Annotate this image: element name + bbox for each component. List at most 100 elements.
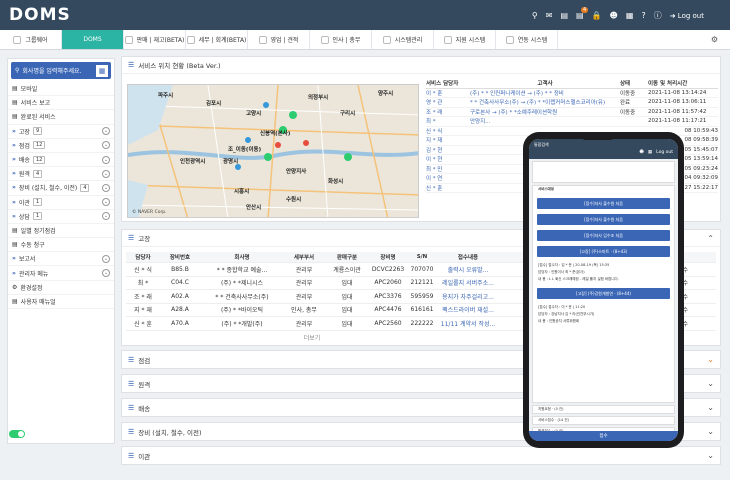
chevron-down-icon[interactable]: ⌄ (102, 141, 110, 150)
phone-request-button[interactable]: [접수]자사 입수조 처음 (537, 230, 670, 241)
chevron-up-icon[interactable]: ⌃ (707, 234, 714, 243)
chevron-down-icon[interactable]: ⌄ (102, 198, 110, 207)
desc-cell[interactable]: 출력시 오류발... (438, 265, 498, 274)
phone-request-button[interactable]: [고장] (주)강원개발연 · (8+44) (537, 288, 670, 299)
phone-grid-icon[interactable]: ▦ (648, 150, 652, 155)
sidebar-item-label: 원격 (18, 171, 30, 179)
phone-support-requests[interactable]: 지원요청 · (0 건) (532, 405, 675, 414)
tab-support[interactable]: 지원 시스템 (434, 30, 496, 49)
accounting-icon (186, 35, 195, 44)
sidebar-item-consult[interactable]: » 상담 1 ⌄ (8, 210, 114, 224)
more-link[interactable]: 더보기 (126, 333, 498, 342)
sidebar-item-transfer[interactable]: » 이관 1 ⌄ (8, 196, 114, 210)
sn-cell: 222222 (410, 319, 434, 327)
document-icon[interactable]: ▤ (560, 11, 568, 20)
tab-system[interactable]: 시스템관리 (372, 30, 434, 49)
business-icon (258, 35, 267, 44)
sidebar-item-breakdown[interactable]: » 고장 9 ⌄ (8, 125, 114, 139)
phone-request-button[interactable]: [접수]자사 출수원 처음 (537, 198, 670, 209)
company-cell: (주) * *개발(주) (221, 320, 263, 328)
sidebar-item-reports[interactable]: » 보고서 ⌄ (8, 252, 114, 267)
menu-icon: ☰ (128, 451, 135, 460)
sidebar-item-daily-check[interactable]: ▤ 일별 정기점검 (8, 224, 114, 239)
chevron-down-icon[interactable]: ⌄ (102, 269, 110, 278)
sidebar-item-admin[interactable]: » 관리자 메뉴 ⌄ (8, 266, 114, 281)
settings-gear-icon[interactable]: ⚙ (711, 35, 718, 44)
sidebar-item-label: 서비스 보고 (20, 100, 51, 108)
tab-integration[interactable]: 연동 시스템 (496, 30, 558, 49)
tab-label: 판매 | 재고(BETA) (136, 37, 185, 44)
page-icon: ▤ (12, 85, 18, 93)
phone-service-intake[interactable]: 서비스접수 · (14 건) (532, 416, 675, 425)
sidebar-item-completed[interactable]: ▤ 완료된 서비스 (8, 110, 114, 125)
chevron-down-icon[interactable]: ⌄ (102, 127, 110, 136)
desc-cell[interactable]: 팩스드라이버 재설... (438, 305, 498, 314)
sidebar-item-inspection[interactable]: » 점검 12 ⌄ (8, 139, 114, 153)
sidebar-item-manual-billing[interactable]: ▤ 수동 청구 (8, 238, 114, 253)
info-icon[interactable]: ⓘ (654, 10, 662, 21)
sn-cell: 595959 (410, 292, 434, 300)
desc-cell[interactable]: 레일롤지 서버주소... (438, 278, 498, 287)
map-label: 시흥시 (234, 189, 250, 195)
tab-label: 인사 | 총무 (332, 37, 361, 44)
location-map[interactable]: 김포시 고양시 의정부시 구리시 수원시 시흥시 광명시 안양지사 안산시 화성… (127, 84, 419, 218)
chevron-down-icon[interactable]: ⌄ (707, 355, 714, 364)
sidebar-item-mobile[interactable]: ▤ 모바일 (8, 82, 114, 97)
table-row[interactable]: 최 * 안양지... 2021-11-08 11:17:21 (426, 117, 718, 127)
theme-toggle[interactable] (9, 430, 25, 438)
tab-hr[interactable]: 인사 | 총무 (310, 30, 372, 49)
sidebar-item-equipment[interactable]: » 장비 (설치, 철수, 이전) 4 ⌄ (8, 181, 114, 196)
sidebar-item-remote[interactable]: » 원격 4 ⌄ (8, 167, 114, 182)
user-icon[interactable]: ☻ (610, 11, 618, 20)
phone-logout-button[interactable]: Log out (656, 150, 673, 155)
phone-request-button[interactable]: [고장] (주)스마트 · (8+43) (537, 246, 670, 257)
notification-icon[interactable]: ▤ 4 (576, 7, 589, 20)
message-icon[interactable]: ✉ (546, 11, 553, 20)
tab-business[interactable]: 영업 | 견적 (248, 30, 310, 49)
grid-icon[interactable]: ▦ (626, 11, 634, 20)
grid-view-button[interactable]: ▦ (96, 64, 108, 77)
sidebar-item-service-report[interactable]: ▤ 서비스 보고 (8, 96, 114, 111)
lock-icon[interactable]: 🔒 (592, 11, 602, 20)
desc-cell[interactable]: 11/11 계약서 작성... (438, 319, 498, 328)
tab-accounting[interactable]: 세무 | 회계(BETA) (186, 30, 248, 49)
phone-request-button[interactable]: [접수]자사 출수원 처음 (537, 214, 670, 225)
tab-label: 지원 시스템 (455, 37, 486, 44)
table-row[interactable]: 이 * 훈 (주) * * 인컨퍼니케이션 → (주) * * 정비 이동중 2021… (426, 89, 718, 98)
sale-cell: 임대 (341, 307, 353, 315)
chevron-down-icon[interactable]: ⌄ (707, 451, 714, 460)
desc-cell[interactable]: 용지가 자주걸리고... (438, 292, 498, 301)
chevron-down-icon[interactable]: ⌄ (102, 183, 110, 192)
double-chevron-icon: » (12, 255, 16, 263)
table-row[interactable]: 조 * 래 구로본사 → (주) * *소예주레이션학원 이동중 2021-11-08… (426, 108, 718, 117)
help-icon[interactable]: ? (641, 11, 645, 20)
model-cell: APC2060 (374, 279, 402, 287)
agent-cell: 신 * 식 (134, 266, 152, 274)
chevron-down-icon[interactable]: ⌄ (102, 155, 110, 164)
module-tabs: 그룹웨어 DOMS 판매 | 재고(BETA) 세무 | 회계(BETA) 영업… (0, 30, 730, 50)
app-logo[interactable]: DOMS (9, 5, 71, 25)
system-icon (382, 35, 391, 44)
search-icon[interactable]: ⚲ (532, 11, 538, 20)
logout-button[interactable]: ➜ Log out (670, 12, 704, 20)
tab-sales[interactable]: 판매 | 재고(BETA) (124, 30, 186, 49)
sidebar-item-manual[interactable]: ▤ 사용자 매뉴얼 (8, 295, 114, 309)
company-search[interactable]: ⚲ 회사명을 입력해주세요. ▦ (11, 62, 111, 79)
chevron-down-icon[interactable]: ⌄ (707, 403, 714, 412)
table-row[interactable]: 영 * 관 * * 건축사사무소(주) → (주) * *이랩커머스헬스코리아(유… (426, 98, 718, 108)
chevron-down-icon[interactable]: ⌄ (707, 427, 714, 436)
chevron-down-icon[interactable]: ⌄ (102, 169, 110, 178)
sidebar-item-settings[interactable]: ⚙ 환경설정 (8, 281, 114, 295)
tab-doms[interactable]: DOMS (62, 30, 124, 49)
equip-cell: C04.C (171, 279, 189, 287)
phone-user-icon[interactable]: ☻ (639, 150, 644, 155)
sn-cell: 212121 (410, 279, 434, 287)
phone-filter-bar[interactable] (532, 161, 675, 183)
chevron-down-icon[interactable]: ⌄ (102, 254, 110, 263)
sidebar-item-delivery[interactable]: » 배송 12 ⌄ (8, 153, 114, 168)
phone-submit-button[interactable]: 접수 (529, 431, 678, 441)
chevron-down-icon[interactable]: ⌄ (102, 212, 110, 221)
tab-groupware[interactable]: 그룹웨어 (0, 30, 62, 49)
chevron-down-icon[interactable]: ⌄ (707, 379, 714, 388)
panel-header[interactable]: ☰ 이관 ⌄ (122, 447, 720, 464)
